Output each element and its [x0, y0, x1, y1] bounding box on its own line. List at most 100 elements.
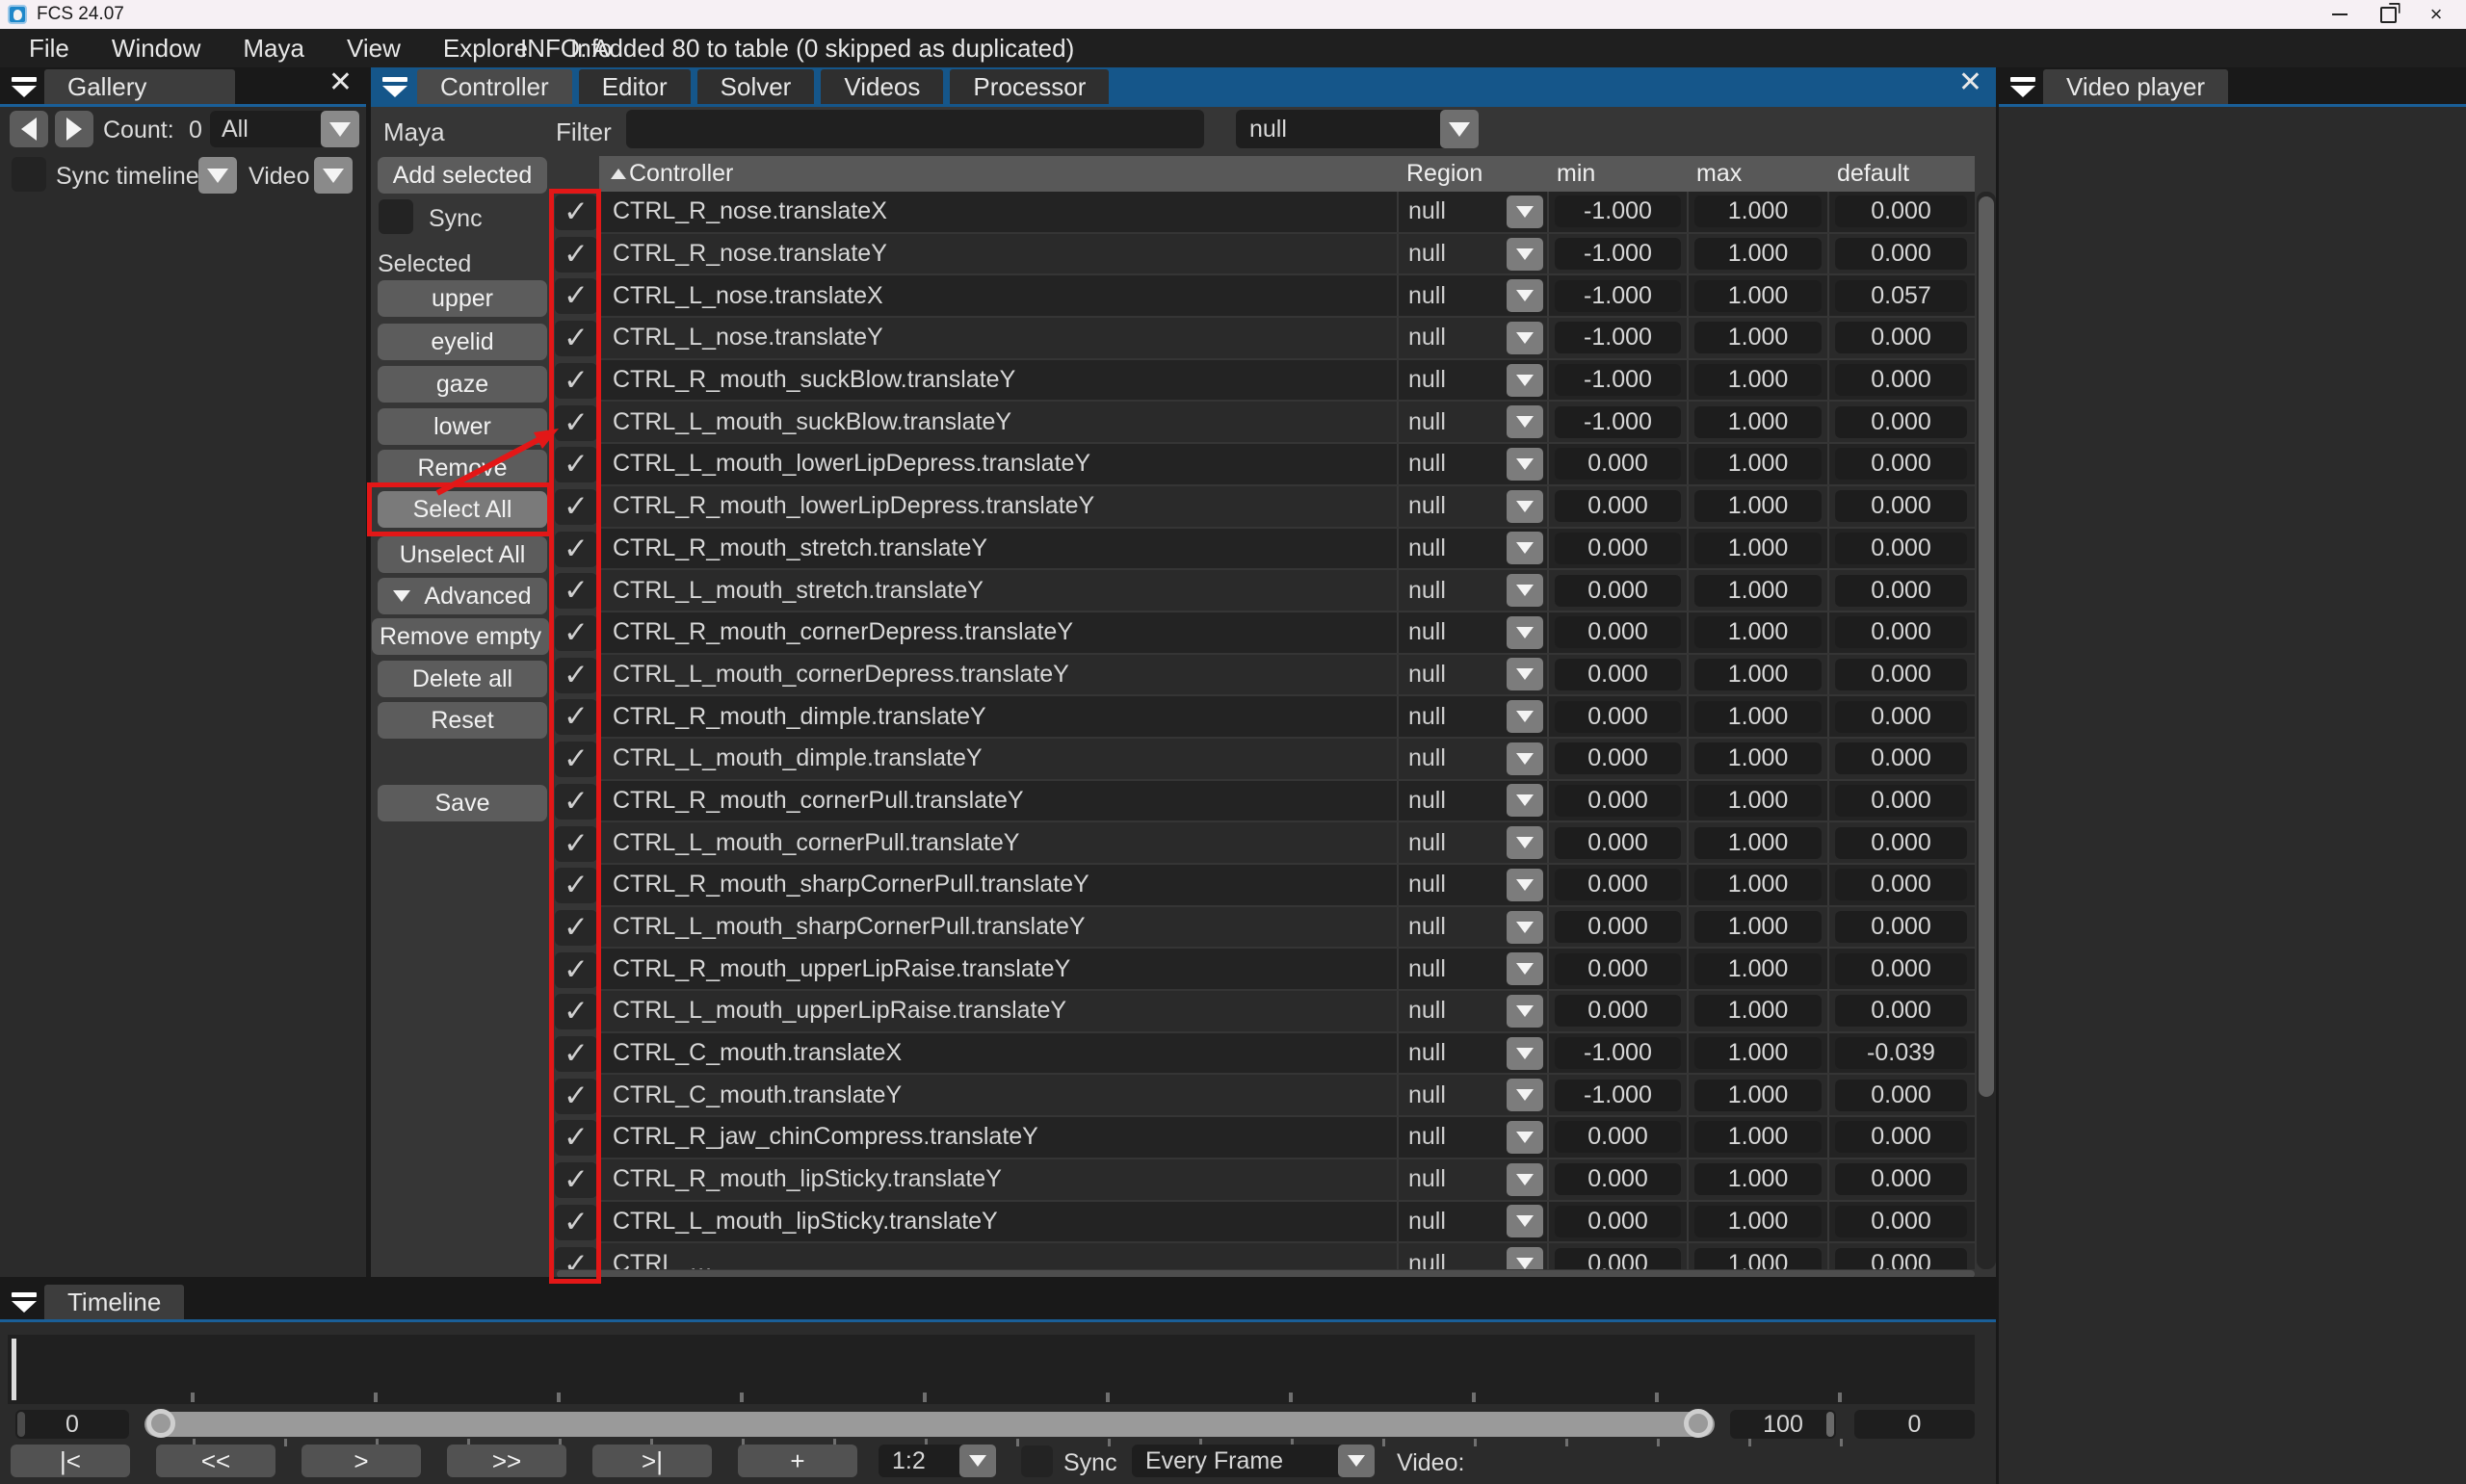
row-checkbox[interactable]: ✓: [555, 363, 597, 399]
row-default-value[interactable]: 0.000: [1835, 742, 1967, 774]
row-max-value[interactable]: 1.000: [1694, 195, 1822, 227]
row-region-dropdown-button[interactable]: [1507, 1121, 1543, 1154]
column-header-controller[interactable]: Controller: [599, 156, 1397, 192]
table-row[interactable]: CTRL_C_mouth.translateYnull-1.0001.0000.…: [599, 1075, 1975, 1117]
group-lower-button[interactable]: lower: [378, 408, 547, 445]
column-header-default[interactable]: default: [1827, 156, 1973, 192]
gallery-next-button[interactable]: [55, 111, 93, 147]
row-default-value[interactable]: 0.000: [1835, 1121, 1967, 1153]
row-region-dropdown-button[interactable]: [1507, 995, 1543, 1028]
timeline-track[interactable]: [8, 1335, 1975, 1404]
row-min-value[interactable]: 0.000: [1555, 448, 1681, 480]
row-region-dropdown-button[interactable]: [1507, 448, 1543, 481]
row-default-value[interactable]: 0.000: [1835, 1080, 1967, 1111]
table-row[interactable]: CTRL_L_nose.translateXnull-1.0001.0000.0…: [599, 275, 1975, 318]
row-checkbox[interactable]: ✓: [555, 699, 597, 735]
table-row[interactable]: CTRL_R_mouth_upperLipRaise.translateYnul…: [599, 949, 1975, 991]
row-checkbox[interactable]: ✓: [555, 573, 597, 609]
group-upper-button[interactable]: upper: [378, 280, 547, 317]
row-min-value[interactable]: 0.000: [1555, 911, 1681, 943]
row-default-value[interactable]: 0.000: [1835, 448, 1967, 480]
row-min-value[interactable]: -1.000: [1555, 364, 1681, 396]
step-back-button[interactable]: <<: [156, 1445, 275, 1477]
row-max-value[interactable]: 1.000: [1694, 1163, 1822, 1195]
table-row[interactable]: CTRL_R_nose.translateXnull-1.0001.0000.0…: [599, 192, 1975, 234]
scrollbar-thumb[interactable]: [1979, 196, 1994, 1097]
slider-handle-right[interactable]: [1684, 1409, 1713, 1438]
menu-item-maya[interactable]: Maya: [243, 34, 304, 64]
row-default-value[interactable]: 0.000: [1835, 364, 1967, 396]
row-max-value[interactable]: 1.000: [1694, 1248, 1822, 1269]
row-region-dropdown-button[interactable]: [1507, 742, 1543, 775]
row-min-value[interactable]: 0.000: [1555, 616, 1681, 648]
table-row[interactable]: CTRL_R_mouth_cornerPull.translateYnull0.…: [599, 781, 1975, 823]
row-default-value[interactable]: 0.000: [1835, 195, 1967, 227]
row-checkbox[interactable]: ✓: [555, 658, 597, 693]
row-checkbox[interactable]: ✓: [555, 489, 597, 525]
row-min-value[interactable]: 0.000: [1555, 1206, 1681, 1237]
row-max-value[interactable]: 1.000: [1694, 701, 1822, 733]
row-min-value[interactable]: 0.000: [1555, 953, 1681, 985]
row-region-dropdown-button[interactable]: [1507, 195, 1543, 228]
table-scrollbar[interactable]: [1977, 192, 1996, 1269]
row-max-value[interactable]: 1.000: [1694, 448, 1822, 480]
row-max-value[interactable]: 1.000: [1694, 1037, 1822, 1069]
row-default-value[interactable]: 0.000: [1835, 322, 1967, 353]
row-min-value[interactable]: -1.000: [1555, 195, 1681, 227]
row-region-dropdown-button[interactable]: [1507, 574, 1543, 607]
row-default-value[interactable]: 0.000: [1835, 701, 1967, 733]
table-row[interactable]: CTRL_R_mouth_dimple.translateYnull0.0001…: [599, 696, 1975, 739]
row-checkbox[interactable]: ✓: [555, 868, 597, 903]
select-all-button[interactable]: Select All: [378, 491, 547, 528]
row-region-dropdown-button[interactable]: [1507, 911, 1543, 944]
row-max-value[interactable]: 1.000: [1694, 869, 1822, 900]
tab-video-player[interactable]: Video player: [2043, 69, 2228, 104]
panel-menu-icon[interactable]: [12, 77, 37, 97]
row-checkbox[interactable]: ✓: [555, 1120, 597, 1156]
row-max-value[interactable]: 1.000: [1694, 1206, 1822, 1237]
region-filter-dropdown-button[interactable]: [1440, 110, 1479, 148]
row-max-value[interactable]: 1.000: [1694, 995, 1822, 1027]
row-max-value[interactable]: 1.000: [1694, 406, 1822, 438]
table-row[interactable]: CTRL_R_mouth_lipSticky.translateYnull0.0…: [599, 1159, 1975, 1202]
advanced-button[interactable]: Advanced: [378, 578, 547, 614]
range-end-field[interactable]: 100: [1730, 1410, 1836, 1439]
table-row[interactable]: CTRL_L_mouth_upperLipRaise.translateYnul…: [599, 991, 1975, 1033]
row-min-value[interactable]: 0.000: [1555, 490, 1681, 522]
row-max-value[interactable]: 1.000: [1694, 911, 1822, 943]
row-default-value[interactable]: 0.000: [1835, 575, 1967, 607]
row-checkbox[interactable]: ✓: [555, 532, 597, 567]
video-dropdown-button[interactable]: [314, 157, 353, 194]
row-checkbox[interactable]: ✓: [555, 195, 597, 230]
row-default-value[interactable]: 0.000: [1835, 616, 1967, 648]
table-header[interactable]: Controller Region min max default: [599, 156, 1975, 192]
go-to-start-button[interactable]: |<: [11, 1445, 130, 1477]
menu-item-window[interactable]: Window: [112, 34, 200, 64]
row-min-value[interactable]: 0.000: [1555, 533, 1681, 564]
row-region-dropdown-button[interactable]: [1507, 1247, 1543, 1269]
row-max-value[interactable]: 1.000: [1694, 742, 1822, 774]
row-region-dropdown-button[interactable]: [1507, 238, 1543, 271]
row-region-dropdown-button[interactable]: [1507, 405, 1543, 438]
row-checkbox[interactable]: ✓: [555, 1036, 597, 1072]
row-region-dropdown-button[interactable]: [1507, 826, 1543, 859]
row-default-value[interactable]: 0.000: [1835, 659, 1967, 690]
row-max-value[interactable]: 1.000: [1694, 1121, 1822, 1153]
row-max-value[interactable]: 1.000: [1694, 616, 1822, 648]
row-min-value[interactable]: -1.000: [1555, 1037, 1681, 1069]
range-end-spinner[interactable]: [1826, 1412, 1834, 1437]
row-max-value[interactable]: 1.000: [1694, 322, 1822, 353]
row-min-value[interactable]: 0.000: [1555, 1248, 1681, 1269]
row-max-value[interactable]: 1.000: [1694, 659, 1822, 690]
menu-item-file[interactable]: File: [29, 34, 69, 64]
panel-menu-icon[interactable]: [382, 77, 407, 97]
close-button[interactable]: ×: [2412, 0, 2460, 29]
row-max-value[interactable]: 1.000: [1694, 364, 1822, 396]
row-region-dropdown-button[interactable]: [1507, 279, 1543, 312]
row-region-dropdown-button[interactable]: [1507, 952, 1543, 985]
row-min-value[interactable]: 0.000: [1555, 701, 1681, 733]
row-region-dropdown-button[interactable]: [1507, 322, 1543, 354]
row-min-value[interactable]: -1.000: [1555, 1080, 1681, 1111]
controller-panel-close-icon[interactable]: ✕: [1958, 65, 1996, 99]
row-default-value[interactable]: 0.000: [1835, 533, 1967, 564]
